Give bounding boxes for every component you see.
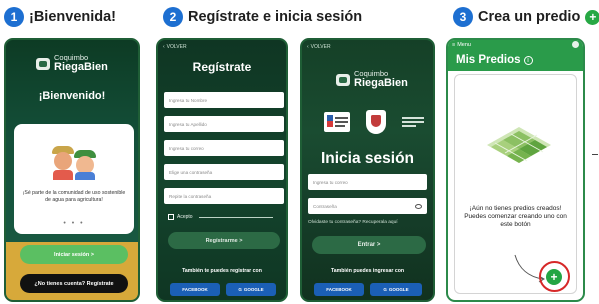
- menu-button[interactable]: ≡ Menu: [452, 42, 471, 48]
- google-icon: G: [383, 287, 387, 292]
- email-field[interactable]: Ingresa tu correo: [164, 140, 284, 156]
- social-login-text: También puedes ingresar con: [330, 268, 405, 274]
- first-name-field[interactable]: Ingresa tu Nombre: [164, 92, 284, 108]
- google-label: GOOGLE: [243, 287, 264, 292]
- step-2-header: 2 Regístrate e inicia sesión: [163, 6, 362, 28]
- register-button[interactable]: ¿No tienes cuenta? Regístrate: [20, 274, 128, 293]
- email-field[interactable]: Ingresa tu correo: [308, 174, 427, 190]
- menu-label: Menu: [457, 41, 471, 48]
- welcome-screen: Coquimbo RiegaBien ¡Bienvenido! ¡Sé part…: [4, 38, 140, 302]
- region-name-icon: [402, 117, 424, 127]
- step-title: ¡Bienvenida!: [29, 9, 117, 25]
- register-title: Regístrate: [192, 60, 252, 74]
- back-link[interactable]: ‹ VOLVER: [163, 44, 187, 50]
- divider-tick: [592, 154, 598, 155]
- eye-icon[interactable]: [415, 203, 422, 209]
- step-1-header: 1 ¡Bienvenida!: [4, 6, 116, 28]
- app-topbar: ≡ Menu: [448, 40, 583, 49]
- brand-line2: RiegaBien: [354, 77, 408, 89]
- brand-logo: Coquimbo RiegaBien: [36, 54, 108, 73]
- google-button[interactable]: G GOOGLE: [370, 283, 422, 296]
- terms-checkbox[interactable]: [168, 214, 174, 220]
- step-3-header: 3 Crea un predio +: [453, 6, 599, 28]
- step-number-badge: 1: [4, 7, 24, 27]
- ministry-logo-icon: [324, 112, 350, 132]
- google-icon: G: [238, 287, 242, 292]
- login-submit-button[interactable]: Entrar >: [312, 236, 426, 254]
- brand-line2: RiegaBien: [54, 61, 108, 73]
- facebook-label: FACEBOOK: [182, 287, 208, 292]
- properties-screen: ≡ Menu Mis Predios i ¡Aún no tienes predi…: [446, 38, 585, 302]
- repeat-password-field[interactable]: Repite la contraseña: [164, 188, 284, 204]
- properties-card: ¡Aún no tienes predios creados! Puedes c…: [454, 74, 577, 294]
- onboarding-card: ¡Sé parte de la comunidad de uso sosteni…: [14, 124, 134, 234]
- welcome-heading: ¡Bienvenido!: [38, 90, 106, 102]
- terms-link-line[interactable]: [198, 216, 273, 218]
- step-title: Crea un predio: [478, 9, 581, 25]
- step-number-badge: 3: [453, 7, 473, 27]
- register-submit-button[interactable]: Regístrarme >: [168, 232, 280, 249]
- info-icon[interactable]: i: [523, 55, 533, 65]
- partner-logos: [324, 110, 424, 134]
- page-title: Mis Predios: [456, 54, 521, 66]
- field-plots-icon: [487, 127, 551, 163]
- terms-label: Acepto: [177, 214, 193, 220]
- password-field[interactable]: Contraseña: [308, 198, 427, 214]
- login-button[interactable]: Iniciar sesión >: [20, 245, 128, 264]
- chevron-left-icon: ‹: [163, 44, 165, 50]
- facebook-button[interactable]: FACEBOOK: [170, 283, 220, 296]
- back-label: VOLVER: [166, 44, 187, 50]
- region-shield-icon: [366, 110, 386, 134]
- step-number-badge: 2: [163, 7, 183, 27]
- back-link[interactable]: ‹ VOLVER: [307, 44, 331, 50]
- facebook-label: FACEBOOK: [326, 287, 352, 292]
- brand-logo: Coquimbo RiegaBien: [336, 70, 408, 89]
- add-property-button[interactable]: +: [546, 269, 562, 285]
- chevron-left-icon: ‹: [307, 44, 309, 50]
- login-screen: ‹ VOLVER Coquimbo RiegaBien Inicia sesión…: [300, 38, 435, 302]
- logo-mark-icon: [336, 73, 350, 86]
- password-placeholder: Contraseña: [313, 203, 337, 209]
- register-screen: ‹ VOLVER Regístrate Ingresa tu Nombre Ing…: [156, 38, 288, 302]
- facebook-button[interactable]: FACEBOOK: [314, 283, 364, 296]
- farmers-illustration-icon: [52, 142, 98, 180]
- forgot-password-link[interactable]: Olvidaste tu contraseña? Recuperala aquí: [308, 220, 398, 225]
- terms-row: Acepto: [168, 214, 273, 220]
- google-button[interactable]: G GOOGLE: [226, 283, 276, 296]
- login-title: Inicia sesión: [320, 150, 415, 167]
- password-field[interactable]: Elige una contraseña: [164, 164, 284, 180]
- step-title: Regístrate e inicia sesión: [188, 9, 363, 25]
- social-register-text: También te puedes registrar con: [182, 268, 262, 274]
- logo-mark-icon: [36, 57, 50, 70]
- avatar-icon[interactable]: [572, 41, 579, 48]
- last-name-field[interactable]: Ingresa tu Apellido: [164, 116, 284, 132]
- plus-circle-icon: +: [585, 9, 599, 25]
- back-label: VOLVER: [310, 44, 331, 50]
- onboarding-text: ¡Sé parte de la comunidad de uso sosteni…: [22, 190, 126, 203]
- empty-state-text: ¡Aún no tienes predios creados! Puedes c…: [464, 205, 567, 229]
- google-label: GOOGLE: [388, 287, 409, 292]
- page-header: Mis Predios i: [448, 49, 583, 71]
- carousel-dots[interactable]: • • •: [14, 220, 134, 227]
- hamburger-icon: ≡: [452, 41, 456, 48]
